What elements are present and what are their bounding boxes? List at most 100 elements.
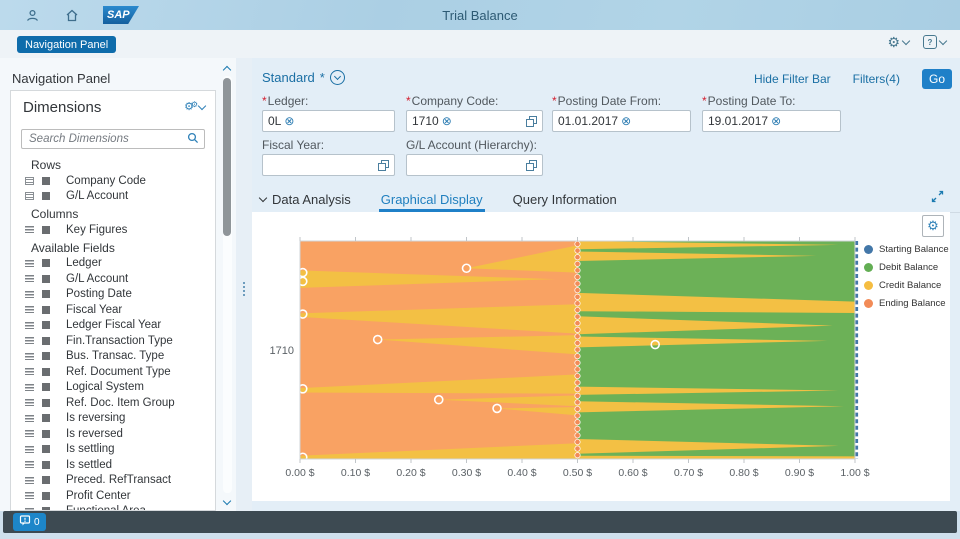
filter-field: *Company Code:1710⊗ — [406, 94, 543, 132]
token-remove-icon[interactable]: ⊗ — [284, 115, 294, 127]
chart-legend: Starting Balance Debit Balance Credit Bala… — [864, 244, 949, 309]
scroll-up-icon[interactable] — [224, 62, 230, 76]
section-heading: Columns — [11, 204, 215, 222]
svg-text:1.00 $: 1.00 $ — [840, 467, 869, 479]
value-help-icon[interactable] — [526, 160, 537, 171]
field-label: Fiscal Year: — [262, 138, 395, 154]
svg-text:0.30 $: 0.30 $ — [452, 467, 481, 479]
legend-item[interactable]: Ending Balance — [864, 298, 949, 309]
dimension-item[interactable]: Posting Date — [11, 287, 215, 303]
settings-menu-button[interactable]: ⚙ — [887, 35, 909, 49]
square-icon — [42, 192, 50, 200]
variant-modified-flag: * — [320, 70, 325, 85]
dimension-item[interactable]: Is reversing — [11, 411, 215, 427]
dimension-item[interactable]: Ledger — [11, 256, 215, 272]
svg-text:0.10 $: 0.10 $ — [341, 467, 370, 479]
tab-data-analysis[interactable]: Data Analysis — [260, 186, 351, 212]
field-label: *Posting Date To: — [702, 94, 841, 110]
panel-splitter[interactable] — [236, 58, 252, 511]
square-icon — [42, 226, 50, 234]
value-help-icon[interactable] — [378, 160, 389, 171]
dimension-item[interactable]: Preced. RefTransact — [11, 473, 215, 489]
tab-graphical-display[interactable]: Graphical Display — [381, 186, 483, 212]
token-remove-icon[interactable]: ⊗ — [771, 115, 781, 127]
dimension-item[interactable]: Is reversed — [11, 426, 215, 442]
filter-row-2: Fiscal Year:G/L Account (Hierarchy): — [262, 138, 543, 176]
value-help-icon[interactable] — [526, 116, 537, 127]
legend-item[interactable]: Debit Balance — [864, 262, 949, 273]
legend-item[interactable]: Starting Balance — [864, 244, 949, 255]
dimension-item[interactable]: Ref. Document Type — [11, 364, 215, 380]
help-menu-button[interactable]: ? — [923, 35, 946, 49]
dimension-item[interactable]: Fin.Transaction Type — [11, 333, 215, 349]
navigation-panel-toggle-button[interactable]: Navigation Panel — [17, 36, 116, 53]
dimension-item[interactable]: Logical System — [11, 380, 215, 396]
scroll-down-icon[interactable] — [224, 493, 230, 507]
drag-handle-icon — [25, 477, 34, 484]
footer-bar: 0 — [3, 511, 957, 533]
message-count: 0 — [34, 517, 40, 528]
token-remove-icon[interactable]: ⊗ — [442, 115, 452, 127]
variant-selector[interactable]: Standard * — [262, 70, 345, 85]
dimensions-card: Dimensions ⚙⚙ RowsCompany CodeG/L Accoun… — [10, 90, 216, 511]
filters-link[interactable]: Filters(4) — [853, 72, 900, 86]
dimension-settings-icon[interactable]: ⚙⚙ — [184, 102, 194, 113]
chevron-down-icon[interactable] — [198, 102, 206, 110]
go-button[interactable]: Go — [922, 69, 952, 89]
field-input[interactable] — [262, 154, 395, 176]
drag-handle-icon — [25, 260, 34, 267]
legend-label: Debit Balance — [879, 262, 938, 273]
dimension-item-label: Ref. Doc. Item Group — [66, 397, 175, 409]
dimension-item-label: Fin.Transaction Type — [66, 335, 173, 347]
variant-name: Standard — [262, 70, 315, 85]
field-input[interactable]: 0L⊗ — [262, 110, 395, 132]
drag-handle-icon — [25, 461, 34, 468]
hide-filter-bar-link[interactable]: Hide Filter Bar — [754, 72, 831, 86]
scrollbar-thumb[interactable] — [223, 78, 231, 236]
drag-handle-icon — [25, 492, 34, 499]
shell-header: SAP Trial Balance — [0, 0, 960, 31]
dimension-item[interactable]: Functional Area — [11, 504, 215, 512]
search-icon[interactable] — [187, 132, 199, 147]
square-icon — [42, 383, 50, 391]
required-asterisk: * — [262, 94, 267, 108]
token-remove-icon[interactable]: ⊗ — [621, 115, 631, 127]
dimension-item[interactable]: Ledger Fiscal Year — [11, 318, 215, 334]
field-input[interactable]: 19.01.2017⊗ — [702, 110, 841, 132]
dimension-item[interactable]: Is settling — [11, 442, 215, 458]
square-icon — [42, 430, 50, 438]
drag-handle-icon — [25, 430, 34, 437]
nav-scrollbar — [222, 60, 233, 509]
tab-query-information[interactable]: Query Information — [513, 186, 617, 212]
legend-label: Ending Balance — [879, 298, 946, 309]
dimension-item[interactable]: G/L Account — [11, 271, 215, 287]
field-label-text: Ledger: — [268, 94, 309, 108]
app-toolbar: Navigation Panel ⚙ ? — [0, 30, 960, 59]
legend-item[interactable]: Credit Balance — [864, 280, 949, 291]
help-icon: ? — [923, 35, 937, 49]
dimension-item[interactable]: Profit Center — [11, 488, 215, 504]
dimension-item[interactable]: Ref. Doc. Item Group — [11, 395, 215, 411]
field-label: *Ledger: — [262, 94, 395, 110]
drag-handle-icon — [25, 306, 34, 313]
field-input[interactable] — [406, 154, 543, 176]
dimension-item[interactable]: Key Figures — [11, 222, 215, 238]
field-input[interactable]: 1710⊗ — [406, 110, 543, 132]
legend-dot — [864, 299, 873, 308]
field-input[interactable]: 01.01.2017⊗ — [552, 110, 691, 132]
message-popover-button[interactable]: 0 — [13, 513, 46, 531]
svg-text:0.80 $: 0.80 $ — [729, 467, 758, 479]
navigation-panel-title: Navigation Panel — [12, 71, 110, 86]
gear-icon: ⚙ — [887, 35, 900, 49]
fullscreen-icon[interactable] — [931, 190, 944, 206]
section-heading: Rows — [11, 155, 215, 173]
dimension-item[interactable]: Bus. Transac. Type — [11, 349, 215, 365]
dimension-item[interactable]: Is settled — [11, 457, 215, 473]
search-input[interactable] — [27, 132, 187, 146]
dimension-item-label: Is reversing — [66, 412, 125, 424]
dimension-item[interactable]: G/L Account — [11, 189, 215, 205]
dimension-item[interactable]: Company Code — [11, 173, 215, 189]
field-label: *Posting Date From: — [552, 94, 691, 110]
dimension-item[interactable]: Fiscal Year — [11, 302, 215, 318]
svg-text:0.20 $: 0.20 $ — [396, 467, 425, 479]
